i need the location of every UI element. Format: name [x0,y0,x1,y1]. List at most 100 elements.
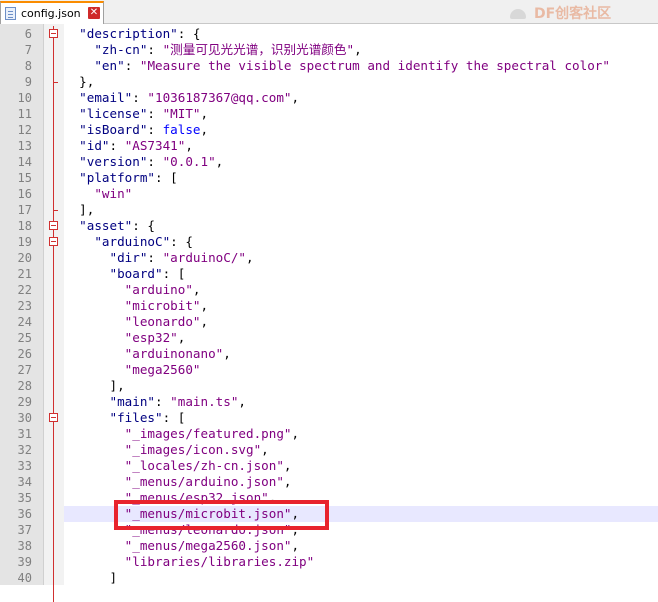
json-key: "license" [79,106,148,121]
json-punctuation: , [238,394,247,409]
code-line[interactable]: 6 "description": { [0,26,658,42]
code-line[interactable]: 28 ], [0,378,658,394]
json-key: "en" [94,58,125,73]
code-line[interactable]: 13 "id": "AS7341", [0,138,658,154]
code-line[interactable]: 29 "main": "main.ts", [0,394,658,410]
json-punctuation: : [147,250,163,265]
line-number: 29 [17,395,32,409]
code-text: "dir": "arduinoC/", [64,250,254,266]
line-number: 23 [17,299,32,313]
code-line[interactable]: 26 "arduinonano", [0,346,658,362]
code-text: "main": "main.ts", [64,394,247,410]
code-line[interactable]: 18 "asset": { [0,218,658,234]
line-number: 33 [17,459,32,473]
json-string: "_menus/arduino.json" [124,474,284,489]
json-string: "0.0.1" [162,154,216,169]
json-punctuation: : [155,394,171,409]
code-line[interactable]: 31 "_images/featured.png", [0,426,658,442]
code-line[interactable]: 25 "esp32", [0,330,658,346]
json-punctuation: ] [109,570,118,585]
json-punctuation: : [132,90,148,105]
json-string: "arduinonano" [124,346,224,361]
code-line[interactable]: 9 }, [0,74,658,90]
tab-config-json[interactable]: config.json ✕ [0,1,104,24]
json-string: "arduino" [124,282,193,297]
json-key: "platform" [79,170,155,185]
code-line[interactable]: 30 "files": [ [0,410,658,426]
close-tab-icon[interactable]: ✕ [88,7,100,19]
code-line[interactable]: 38 "_menus/mega2560.json", [0,538,658,554]
code-text: "isBoard": false, [64,122,208,138]
json-string: "_images/featured.png" [124,426,292,441]
code-text: "microbit", [64,298,208,314]
json-key: "email" [79,90,133,105]
code-line[interactable]: 17 ], [0,202,658,218]
code-line[interactable]: 33 "_locales/zh-cn.json", [0,458,658,474]
json-punctuation: , [177,330,186,345]
json-key: "description" [79,26,178,41]
code-line[interactable]: 16 "win" [0,186,658,202]
code-line[interactable]: 37 "_menus/leonardo.json", [0,522,658,538]
json-key: "files" [109,410,163,425]
code-text: }, [64,74,94,90]
line-number: 15 [17,171,32,185]
code-line[interactable]: 19 "arduinoC": { [0,234,658,250]
json-punctuation: , [354,42,362,57]
code-line[interactable]: 32 "_images/icon.svg", [0,442,658,458]
line-number: 36 [17,507,32,521]
code-line[interactable]: 24 "leonardo", [0,314,658,330]
watermark-text: DF创客社区 [534,6,612,22]
code-line[interactable]: 20 "dir": "arduinoC/", [0,250,658,266]
line-number: 35 [17,491,32,505]
code-line[interactable]: 27 "mega2560" [0,362,658,378]
code-text: "platform": [ [64,170,178,186]
code-line[interactable]: 8 "en": "Measure the visible spectrum an… [0,58,658,74]
line-number: 20 [17,251,32,265]
line-number: 16 [17,187,32,201]
line-number: 24 [17,315,32,329]
code-editor[interactable]: 6 "description": {7 "zh-cn": "测量可见光光谱，识别… [0,24,658,602]
json-punctuation: ], [79,202,95,217]
json-key: "dir" [109,250,148,265]
line-number: 39 [17,555,32,569]
json-punctuation: , [185,138,193,153]
code-text: "_menus/arduino.json", [64,474,292,490]
code-line[interactable]: 10 "email": "1036187367@qq.com", [0,90,658,106]
code-line[interactable]: 22 "arduino", [0,282,658,298]
code-line[interactable]: 7 "zh-cn": "测量可见光光谱，识别光谱颜色", [0,42,658,58]
code-line[interactable]: 23 "microbit", [0,298,658,314]
code-line[interactable]: 34 "_menus/arduino.json", [0,474,658,490]
json-punctuation: : [147,106,163,121]
code-line[interactable]: 39 "libraries/libraries.zip" [0,554,658,570]
code-line[interactable]: 14 "version": "0.0.1", [0,154,658,170]
json-punctuation: , [200,122,209,137]
code-line[interactable]: 35 "_menus/esp32.json", [0,490,658,506]
code-text: "email": "1036187367@qq.com", [64,90,299,106]
code-line[interactable]: 12 "isBoard": false, [0,122,658,138]
json-punctuation: : [ [162,410,186,425]
json-key: "isBoard" [79,122,148,137]
code-text: "board": [ [64,266,186,282]
line-number: 19 [17,235,32,249]
code-line[interactable]: 36 "_menus/microbit.json", [0,506,658,522]
code-line[interactable]: 21 "board": [ [0,266,658,282]
code-line[interactable]: 11 "license": "MIT", [0,106,658,122]
json-key: "asset" [79,218,133,233]
json-punctuation: ], [109,378,125,393]
json-punctuation: : { [177,26,201,41]
code-line[interactable]: 40 ] [0,570,658,586]
code-text: ] [64,570,118,586]
json-punctuation: , [200,106,209,121]
json-punctuation: , [246,250,254,265]
code-line[interactable]: 15 "platform": [ [0,170,658,186]
line-number: 13 [17,139,32,153]
